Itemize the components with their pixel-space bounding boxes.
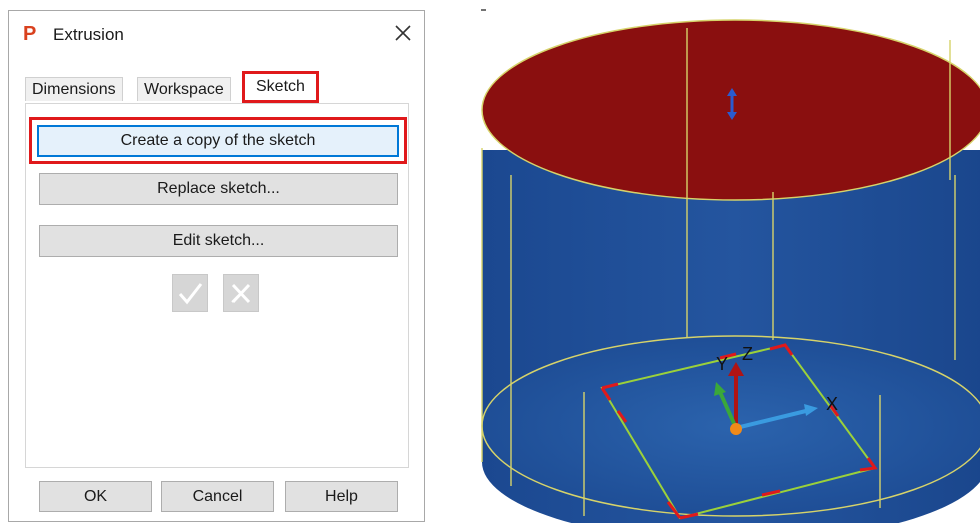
- app-logo-icon: P: [23, 23, 37, 45]
- tab-label: Dimensions: [32, 81, 116, 98]
- accept-sketch-button[interactable]: [172, 274, 208, 312]
- tab-strip: Dimensions Workspace Sketch: [25, 69, 410, 103]
- tab-sketch[interactable]: Sketch: [242, 71, 319, 103]
- edit-sketch-button[interactable]: Edit sketch...: [39, 225, 398, 257]
- ok-button[interactable]: OK: [39, 481, 152, 512]
- replace-sketch-button[interactable]: Replace sketch...: [39, 173, 398, 205]
- tab-label: Sketch: [256, 78, 305, 95]
- tab-dimensions[interactable]: Dimensions: [25, 77, 123, 101]
- discard-sketch-button[interactable]: [223, 274, 259, 312]
- cancel-button[interactable]: Cancel: [161, 481, 274, 512]
- axis-label-y: Y: [716, 354, 728, 374]
- extrusion-dialog: P Extrusion Dimensions Workspace Sketch …: [8, 10, 425, 522]
- axis-label-z: Z: [742, 344, 753, 364]
- axis-label-x: X: [826, 394, 838, 414]
- tab-label: Workspace: [144, 81, 224, 98]
- model-viewport[interactable]: Y Z X: [440, 0, 980, 523]
- help-button[interactable]: Help: [285, 481, 398, 512]
- close-icon[interactable]: [391, 21, 415, 45]
- dialog-title: Extrusion: [53, 25, 124, 44]
- origin-point[interactable]: [730, 423, 742, 435]
- tab-workspace[interactable]: Workspace: [137, 77, 231, 101]
- title-bar: P Extrusion: [9, 11, 424, 56]
- checkmark-icon: [178, 283, 203, 305]
- create-copy-button[interactable]: Create a copy of the sketch: [37, 125, 399, 157]
- cross-icon: [231, 283, 251, 304]
